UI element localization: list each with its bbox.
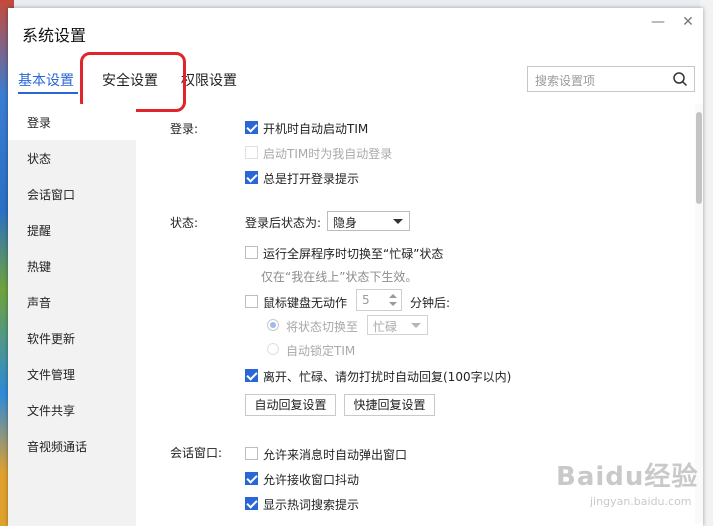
sidebar-item-session-window[interactable]: 会话窗口 <box>27 186 75 203</box>
auto-start-checkbox[interactable] <box>245 121 258 134</box>
annotation-highlight-box <box>80 52 186 112</box>
sidebar-item-file-sharing[interactable]: 文件共享 <box>27 402 75 419</box>
close-icon[interactable]: ✕ <box>678 12 698 32</box>
idle-minutes-suffix: 分钟后: <box>410 296 451 310</box>
after-login-status-select[interactable]: 隐身 <box>327 211 410 231</box>
idle-minutes-stepper[interactable]: 5 <box>356 289 402 311</box>
fullscreen-busy-checkbox[interactable] <box>245 246 258 259</box>
quick-reply-settings-button[interactable]: 快捷回复设置 <box>344 394 435 416</box>
chevron-down-icon <box>411 323 421 328</box>
sidebar-item-av-call[interactable]: 音视频通话 <box>27 438 87 455</box>
active-tab-indicator <box>18 92 78 94</box>
auto-lock-label: 自动锁定TIM <box>286 344 356 358</box>
stepper-down-icon[interactable] <box>389 302 397 306</box>
sidebar: 登录 状态 会话窗口 提醒 热键 声音 软件更新 文件管理 文件共享 音视频通话 <box>8 104 136 526</box>
idle-checkbox[interactable] <box>245 295 258 308</box>
auto-reply-label: 离开、忙碌、请勿打扰时自动回复(100字以内) <box>263 370 512 384</box>
stepper-up-icon[interactable] <box>389 294 397 298</box>
window-title: 系统设置 <box>22 26 87 45</box>
section-label-session: 会话窗口: <box>170 446 223 460</box>
fullscreen-busy-hint: 仅在“我在线上”状态下生效。 <box>261 270 418 284</box>
window-shake-label: 允许接收窗口抖动 <box>263 473 360 487</box>
auto-start-label: 开机时自动启动TIM <box>263 122 369 136</box>
minimize-icon[interactable]: — <box>648 12 668 32</box>
window-shake-checkbox[interactable] <box>245 472 258 485</box>
auto-reply-settings-button[interactable]: 自动回复设置 <box>245 394 336 416</box>
hot-search-label: 显示热词搜索提示 <box>263 498 360 512</box>
search-icon[interactable] <box>672 71 688 87</box>
auto-reply-checkbox[interactable] <box>245 369 258 382</box>
idle-minutes-value: 5 <box>362 293 370 307</box>
watermark-brand: Baidu经验 <box>556 462 699 492</box>
after-login-status-label: 登录后状态为: <box>245 216 322 230</box>
popup-window-label: 允许来消息时自动弹出窗口 <box>263 448 408 462</box>
search-placeholder: 搜索设置项 <box>535 74 596 88</box>
watermark-url: jingyan.baidu.com <box>590 495 692 508</box>
sidebar-item-software-update[interactable]: 软件更新 <box>27 330 75 347</box>
tab-basic-settings[interactable]: 基本设置 <box>18 70 74 90</box>
auto-login-checkbox <box>245 146 258 159</box>
idle-label: 鼠标键盘无动作 <box>263 296 348 310</box>
chevron-down-icon <box>393 219 403 224</box>
fullscreen-busy-label: 运行全屏程序时切换至“忙碌”状态 <box>263 247 444 261</box>
search-input[interactable]: 搜索设置项 <box>527 66 695 92</box>
settings-window: 系统设置 — ✕ 基本设置 安全设置 权限设置 搜索设置项 登录 状态 会话窗口… <box>8 8 703 526</box>
sidebar-item-file-management[interactable]: 文件管理 <box>27 366 75 383</box>
switch-status-select: 忙碌 <box>367 315 428 335</box>
auto-login-label: 启动TIM时为我自动登录 <box>263 147 393 161</box>
sidebar-item-hotkeys[interactable]: 热键 <box>27 258 51 275</box>
hot-search-checkbox[interactable] <box>245 497 258 510</box>
auto-lock-radio <box>267 343 279 355</box>
show-login-tip-checkbox[interactable] <box>245 171 258 184</box>
popup-window-checkbox[interactable] <box>245 447 258 460</box>
sidebar-item-login[interactable]: 登录 <box>27 114 51 131</box>
tab-permission-settings[interactable]: 权限设置 <box>181 70 237 90</box>
section-label-status: 状态: <box>170 216 199 230</box>
sidebar-item-status[interactable]: 状态 <box>27 150 51 167</box>
scrollbar-thumb[interactable] <box>696 112 702 204</box>
sidebar-item-sound[interactable]: 声音 <box>27 294 51 311</box>
switch-status-label: 将状态切换至 <box>286 320 359 334</box>
switch-status-value: 忙碌 <box>373 320 398 334</box>
show-login-tip-label: 总是打开登录提示 <box>263 172 360 186</box>
switch-status-radio <box>267 319 279 331</box>
sidebar-item-reminder[interactable]: 提醒 <box>27 222 51 239</box>
section-label-login: 登录: <box>170 122 199 136</box>
after-login-status-value: 隐身 <box>333 216 358 230</box>
